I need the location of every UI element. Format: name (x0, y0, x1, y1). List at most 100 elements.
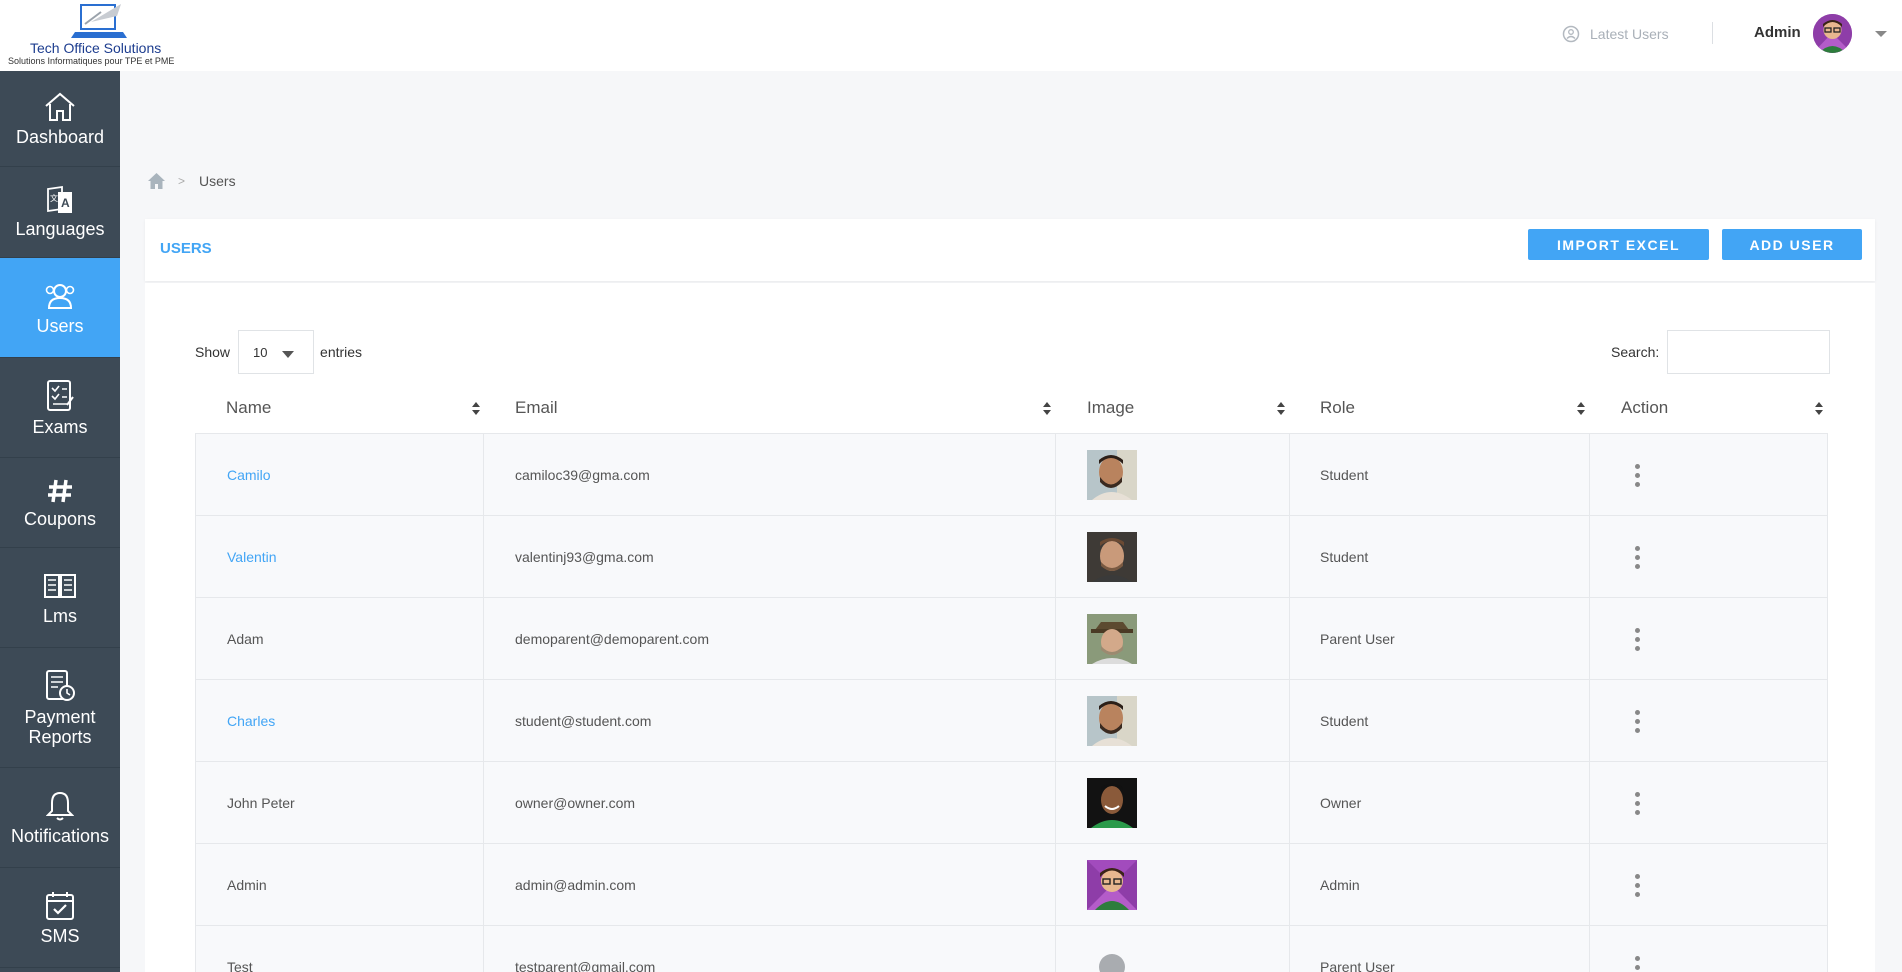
users-table: Name Email Image Role Action Camilo cami… (195, 382, 1828, 972)
user-avatar (1087, 450, 1137, 500)
more-options-icon[interactable] (1634, 872, 1640, 899)
latest-users-label: Latest Users (1590, 26, 1669, 42)
user-role: Student (1320, 549, 1369, 565)
sidebar-item-label: Lms (42, 605, 77, 626)
search-input[interactable] (1667, 330, 1831, 374)
entries-control: Show 10 entries (195, 330, 362, 374)
user-name-link[interactable]: Camilo (227, 467, 271, 483)
sidebar-item-exams[interactable]: Exams (0, 358, 120, 458)
user-name[interactable]: Admin (227, 877, 267, 893)
sort-icon[interactable] (1276, 402, 1286, 416)
latest-users-link[interactable]: Latest Users (1562, 24, 1669, 44)
user-avatar (1087, 778, 1137, 828)
laptop-logo-icon (71, 4, 127, 38)
user-name[interactable]: John Peter (227, 795, 295, 811)
more-options-icon[interactable] (1634, 544, 1640, 571)
user-role: Student (1320, 467, 1369, 483)
entries-select[interactable]: 10 (238, 330, 315, 374)
user-avatar (1087, 696, 1137, 746)
table-row: Charles student@student.com Student (195, 680, 1828, 762)
sidebar-item-label: Coupons (23, 508, 97, 529)
chevron-down-icon[interactable] (1875, 31, 1887, 37)
user-email: valentinj93@gma.com (515, 549, 654, 565)
breadcrumb-current: Users (199, 173, 236, 189)
sidebar-item-users[interactable]: Users (0, 258, 120, 358)
translate-icon: A 文 (47, 185, 72, 213)
user-avatar (1087, 614, 1137, 664)
user-email: admin@admin.com (515, 877, 636, 893)
user-name[interactable]: Test (227, 959, 253, 972)
sidebar-item-coupons[interactable]: Coupons (0, 458, 120, 548)
sidebar-item-label: Exams (32, 416, 88, 437)
home-icon[interactable] (147, 172, 166, 190)
bell-icon (46, 791, 74, 820)
search-control: Search: (1611, 330, 1831, 374)
sidebar-item-languages[interactable]: A 文 Languages (0, 167, 120, 258)
user-email: owner@owner.com (515, 795, 636, 811)
column-header-role[interactable]: Role (1320, 382, 1355, 434)
sort-icon[interactable] (1042, 402, 1052, 416)
sidebar-item-label: Users (36, 315, 84, 336)
sort-icon[interactable] (471, 402, 481, 416)
admin-name[interactable]: Admin (1754, 24, 1801, 41)
brand-title: Tech Office Solutions (30, 40, 162, 56)
sidebar-item-label: Dashboard (15, 126, 105, 147)
user-name-link[interactable]: Valentin (227, 549, 277, 565)
user-avatar (1087, 532, 1137, 582)
sidebar-item-label: Payment Reports (24, 706, 96, 747)
calendar-check-icon (46, 891, 74, 920)
more-options-icon[interactable] (1634, 462, 1640, 489)
user-email: demoparent@demoparent.com (515, 631, 709, 647)
breadcrumb: > Users (147, 172, 236, 190)
sidebar-item-label: SMS (40, 925, 80, 946)
users-table-card: Show 10 entries Search: Name Email Image… (145, 283, 1875, 972)
user-role: Owner (1320, 795, 1362, 811)
user-email: camiloc39@gma.com (515, 467, 650, 483)
sidebar-item-sms[interactable]: SMS (0, 868, 120, 968)
table-row: Admin admin@admin.com Admin (195, 844, 1828, 926)
hashtag-icon (48, 479, 72, 502)
user-role: Admin (1320, 877, 1360, 893)
table-row: Camilo camiloc39@gma.com Student (195, 434, 1828, 516)
user-role: Parent User (1320, 959, 1395, 972)
user-name-link[interactable]: Charles (227, 713, 275, 729)
user-email: testparent@gmail.com (515, 959, 656, 972)
brand-subtitle: Solutions Informatiques pour TPE et PME (8, 56, 175, 66)
sort-icon[interactable] (1814, 402, 1824, 416)
table-row: Test testparent@gmail.com Parent User (195, 926, 1828, 972)
brand-logo[interactable]: Tech Office Solutions Solutions Informat… (6, 0, 196, 70)
column-header-action[interactable]: Action (1621, 382, 1668, 434)
entries-value: 10 (253, 345, 268, 360)
user-role: Student (1320, 713, 1369, 729)
more-options-icon[interactable] (1634, 954, 1640, 972)
clock-user-icon (1562, 25, 1580, 43)
table-header: Name Email Image Role Action (195, 382, 1828, 434)
table-row: Valentin valentinj93@gma.com Student (195, 516, 1828, 598)
user-name[interactable]: Adam (227, 631, 264, 647)
top-bar: Tech Office Solutions Solutions Informat… (0, 0, 1902, 71)
sidebar-item-label: Languages (15, 219, 105, 239)
column-header-email[interactable]: Email (515, 382, 558, 434)
column-header-image[interactable]: Image (1087, 382, 1134, 434)
sidebar-item-notifications[interactable]: Notifications (0, 768, 120, 868)
add-user-button[interactable]: ADD USER (1722, 229, 1862, 260)
sidebar-item-lms[interactable]: Lms (0, 548, 120, 648)
sidebar-item-dashboard[interactable]: Dashboard (0, 71, 120, 167)
table-row: Adam demoparent@demoparent.com Parent Us… (195, 598, 1828, 680)
more-options-icon[interactable] (1634, 626, 1640, 653)
sidebar: Dashboard A 文 Languages Users Exams Coup… (0, 71, 120, 972)
chevron-down-icon (282, 351, 295, 358)
column-header-name[interactable]: Name (226, 382, 271, 434)
sort-icon[interactable] (1576, 402, 1586, 416)
more-options-icon[interactable] (1634, 708, 1640, 735)
import-excel-button[interactable]: IMPORT EXCEL (1528, 229, 1709, 260)
book-icon (44, 573, 76, 598)
user-avatar (1087, 942, 1137, 972)
more-options-icon[interactable] (1634, 790, 1640, 817)
chevron-right-icon: > (178, 174, 186, 188)
avatar[interactable] (1813, 14, 1852, 53)
users-icon (45, 283, 75, 309)
page-header-card: USERS IMPORT EXCEL ADD USER (145, 219, 1875, 281)
search-label: Search: (1611, 344, 1660, 360)
sidebar-item-payment-reports[interactable]: Payment Reports (0, 648, 120, 768)
